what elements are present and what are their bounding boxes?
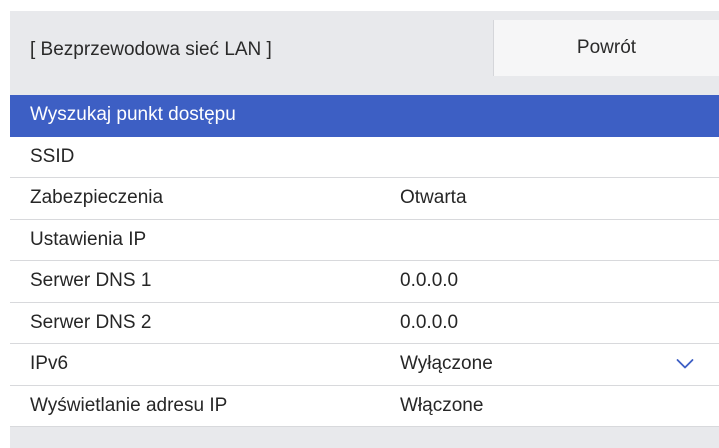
panel-header: [ Bezprzewodowa sieć LAN ] Powrót [10, 11, 719, 95]
menu-item-security[interactable]: Zabezpieczenia Otwarta [10, 178, 719, 220]
menu-item-value: Otwarta [400, 187, 467, 209]
page-title: [ Bezprzewodowa sieć LAN ] [30, 39, 272, 60]
menu-item-dns-server-2[interactable]: Serwer DNS 2 0.0.0.0 [10, 302, 719, 344]
menu-item-ipv6[interactable]: IPv6 Wyłączone [10, 344, 719, 386]
menu-item-label: Wyświetlanie adresu IP [30, 394, 228, 416]
menu-item-ssid[interactable]: SSID [10, 136, 719, 178]
menu-item-value: 0.0.0.0 [400, 270, 459, 292]
menu-item-label: Ustawienia IP [30, 228, 147, 250]
settings-list: Wyszukaj punkt dostępu SSID Zabezpieczen… [10, 95, 719, 427]
menu-item-label: Serwer DNS 1 [30, 270, 152, 292]
menu-item-label: Serwer DNS 2 [30, 311, 152, 333]
menu-item-ip-address-display[interactable]: Wyświetlanie adresu IP Włączone [10, 385, 719, 427]
menu-item-value: 0.0.0.0 [400, 311, 459, 333]
menu-item-label: SSID [30, 145, 75, 167]
menu-item-label: Zabezpieczenia [30, 187, 164, 209]
menu-item-search-access-point[interactable]: Wyszukaj punkt dostępu [10, 95, 719, 137]
wireless-lan-panel: [ Bezprzewodowa sieć LAN ] Powrót Wyszuk… [10, 11, 719, 448]
back-button[interactable]: Powrót [493, 20, 719, 76]
menu-item-value: Włączone [400, 394, 484, 416]
menu-item-label: Wyszukaj punkt dostępu [30, 104, 236, 126]
menu-item-dns-server-1[interactable]: Serwer DNS 1 0.0.0.0 [10, 261, 719, 303]
menu-item-value: Wyłączone [400, 353, 493, 375]
menu-item-ip-settings[interactable]: Ustawienia IP [10, 219, 719, 261]
menu-item-label: IPv6 [30, 353, 69, 375]
chevron-down-icon[interactable] [676, 358, 694, 370]
